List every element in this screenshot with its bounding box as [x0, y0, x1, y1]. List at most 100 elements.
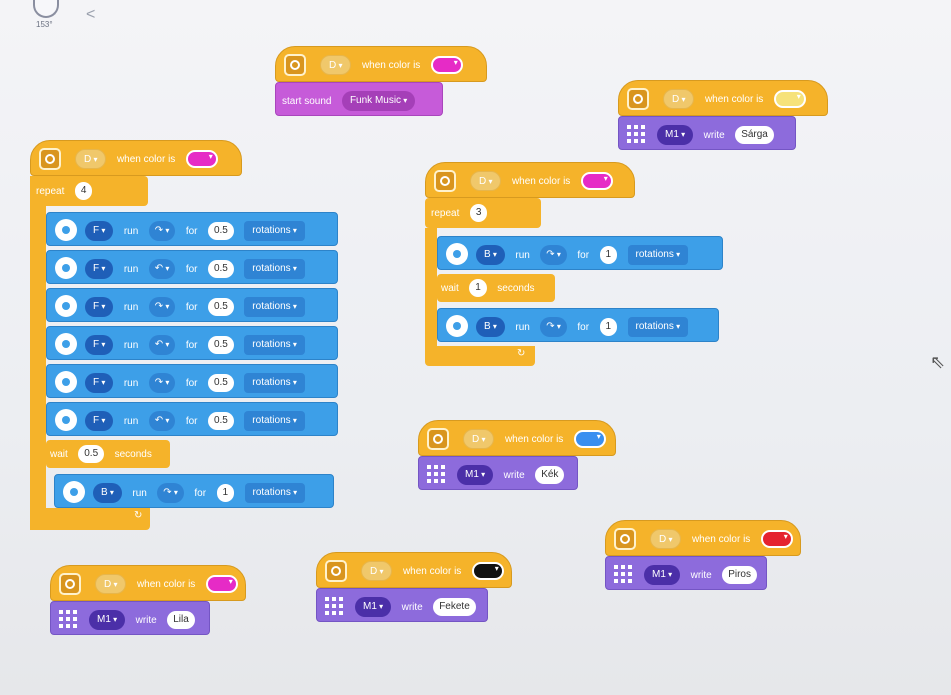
motor-run-block[interactable]: F run ↷ for 0.5 rotations [46, 364, 338, 398]
when-color-hat[interactable]: D when color is [425, 162, 635, 198]
amount-input[interactable]: 0.5 [207, 222, 234, 240]
sensor-port-dropdown[interactable]: D [361, 561, 393, 581]
wait-block[interactable]: wait 0.5 seconds [46, 440, 170, 468]
write-text-input[interactable]: Piros [722, 566, 757, 584]
chevron-left-icon[interactable]: < [86, 6, 95, 24]
display-write-block[interactable]: M1 write Sárga [618, 116, 796, 150]
when-color-label: when color is [504, 433, 564, 445]
display-port-dropdown[interactable]: M1 [644, 565, 681, 585]
motor-run-block[interactable]: F run ↷ for 0.5 rotations [46, 212, 338, 246]
repeat-block[interactable]: repeat 4 [30, 176, 148, 206]
unit-dropdown[interactable]: rotations [627, 245, 689, 265]
unit-dropdown[interactable]: rotations [244, 411, 305, 431]
color-picker-magenta[interactable] [580, 172, 613, 190]
write-text-input[interactable]: Sárga [735, 126, 774, 144]
when-color-hat[interactable]: D when color is [605, 520, 801, 556]
unit-dropdown[interactable]: rotations [244, 259, 305, 279]
display-port-dropdown[interactable]: M1 [657, 125, 694, 145]
amount-input[interactable]: 0.5 [207, 260, 234, 278]
write-text-input[interactable]: Fekete [433, 598, 476, 616]
write-text-input[interactable]: Lila [167, 611, 195, 629]
display-port-dropdown[interactable]: M1 [457, 465, 494, 485]
motor-run-block[interactable]: F run ↶ for 0.5 rotations [46, 402, 338, 436]
display-port-dropdown[interactable]: M1 [355, 597, 392, 617]
motor-port-dropdown[interactable]: F [85, 335, 114, 355]
repeat-count-input[interactable]: 3 [469, 204, 488, 222]
wait-block[interactable]: wait 1 seconds [437, 274, 555, 302]
amount-input[interactable]: 1 [599, 318, 618, 336]
motor-port-dropdown[interactable]: B [476, 317, 505, 337]
sound-dropdown[interactable]: Funk Music [341, 91, 416, 111]
display-write-block[interactable]: M1 write Fekete [316, 588, 488, 622]
sensor-port-dropdown[interactable]: D [650, 529, 682, 549]
color-picker-black[interactable] [471, 562, 504, 580]
repeat-block[interactable]: repeat 3 [425, 198, 541, 228]
start-sound-block[interactable]: start sound Funk Music [275, 82, 443, 116]
for-label: for [577, 321, 590, 333]
motor-port-dropdown[interactable]: F [85, 259, 114, 279]
direction-dropdown[interactable]: ↷ [148, 297, 176, 317]
when-color-hat[interactable]: D when color is [30, 140, 242, 176]
color-picker-magenta[interactable] [185, 150, 218, 168]
when-color-hat[interactable]: D when color is [275, 46, 487, 82]
unit-dropdown[interactable]: rotations [244, 483, 306, 503]
motor-run-block[interactable]: B run ↷ for 1 rotations [54, 474, 334, 508]
sensor-port-dropdown[interactable]: D [463, 429, 495, 449]
display-write-block[interactable]: M1 write Piros [605, 556, 767, 590]
direction-dropdown[interactable]: ↷ [148, 221, 176, 241]
motor-port-dropdown[interactable]: B [476, 245, 505, 265]
unit-dropdown[interactable]: rotations [244, 335, 305, 355]
unit-dropdown[interactable]: rotations [244, 373, 305, 393]
display-write-block[interactable]: M1 write Kék [418, 456, 578, 490]
motor-port-dropdown[interactable]: F [85, 221, 114, 241]
motor-port-dropdown[interactable]: F [85, 297, 114, 317]
unit-dropdown[interactable]: rotations [244, 297, 305, 317]
write-text-input[interactable]: Kék [535, 466, 565, 484]
motor-port-dropdown[interactable]: F [85, 411, 114, 431]
motor-run-block[interactable]: F run ↶ for 0.5 rotations [46, 250, 338, 284]
unit-dropdown[interactable]: rotations [627, 317, 689, 337]
direction-dropdown[interactable]: ↶ [148, 335, 176, 355]
color-picker-magenta[interactable] [205, 575, 238, 593]
sensor-port-dropdown[interactable]: D [470, 171, 502, 191]
run-label: run [123, 377, 139, 389]
unit-dropdown[interactable]: rotations [244, 221, 305, 241]
when-color-hat[interactable]: D when color is [418, 420, 616, 456]
amount-input[interactable]: 0.5 [207, 336, 234, 354]
sensor-port-dropdown[interactable]: D [95, 574, 127, 594]
wait-input[interactable]: 0.5 [78, 445, 105, 463]
motor-port-dropdown[interactable]: F [85, 373, 114, 393]
amount-input[interactable]: 0.5 [207, 374, 234, 392]
color-picker-magenta[interactable] [430, 56, 463, 74]
direction-dropdown[interactable]: ↶ [148, 411, 176, 431]
direction-dropdown[interactable]: ↶ [148, 259, 176, 279]
direction-dropdown[interactable]: ↷ [157, 483, 184, 503]
when-color-hat[interactable]: D when color is [618, 80, 828, 116]
amount-input[interactable]: 0.5 [207, 298, 234, 316]
color-picker-yellow[interactable] [773, 90, 806, 108]
motor-icon [446, 315, 468, 337]
sensor-port-dropdown[interactable]: D [663, 89, 695, 109]
amount-input[interactable]: 1 [216, 484, 235, 502]
amount-input[interactable]: 1 [599, 246, 618, 264]
motor-run-block[interactable]: F run ↶ for 0.5 rotations [46, 326, 338, 360]
sensor-port-dropdown[interactable]: D [75, 149, 107, 169]
color-picker-blue[interactable] [573, 430, 606, 448]
display-port-dropdown[interactable]: M1 [89, 610, 126, 630]
when-color-hat[interactable]: D when color is [50, 565, 246, 601]
motor-run-block[interactable]: B run ↷ for 1 rotations [437, 308, 719, 342]
motor-port-dropdown[interactable]: B [93, 483, 122, 503]
when-color-hat[interactable]: D when color is [316, 552, 512, 588]
display-write-block[interactable]: M1 write Lila [50, 601, 210, 635]
direction-dropdown[interactable]: ↷ [540, 245, 567, 265]
motor-run-block[interactable]: B run ↷ for 1 rotations [437, 236, 723, 270]
color-picker-red[interactable] [760, 530, 793, 548]
sensor-port-dropdown[interactable]: D [320, 55, 352, 75]
wait-input[interactable]: 1 [469, 279, 487, 297]
robot-icon[interactable] [33, 0, 59, 18]
amount-input[interactable]: 0.5 [207, 412, 234, 430]
direction-dropdown[interactable]: ↷ [540, 317, 567, 337]
repeat-count-input[interactable]: 4 [74, 182, 93, 200]
motor-run-block[interactable]: F run ↷ for 0.5 rotations [46, 288, 338, 322]
direction-dropdown[interactable]: ↷ [148, 373, 176, 393]
